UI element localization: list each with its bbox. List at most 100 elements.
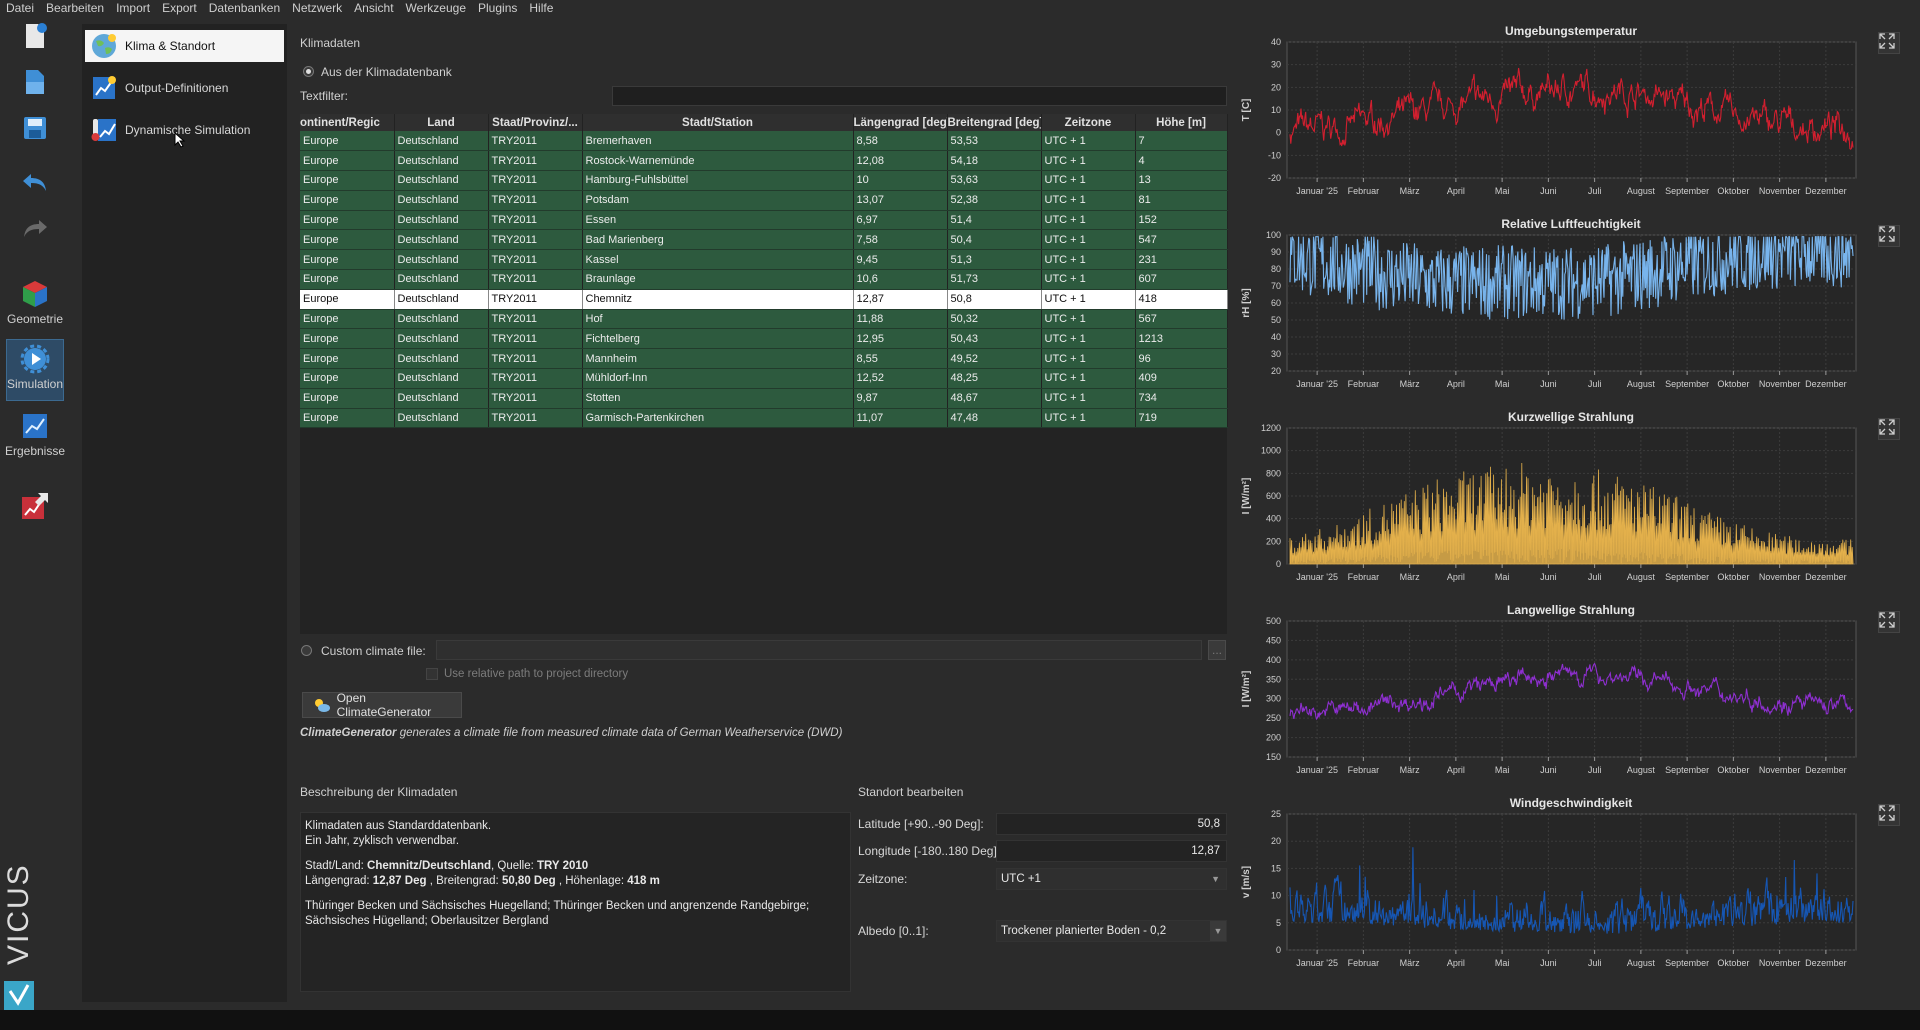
save-button[interactable] — [6, 113, 64, 143]
x-tick-label: August — [1627, 572, 1656, 582]
table-cell: UTC + 1 — [1041, 229, 1136, 251]
menu-item[interactable]: Hilfe — [523, 0, 559, 16]
x-tick-label: März — [1400, 379, 1420, 389]
table-row[interactable]: Europe Deutschland TRY2011 Kassel 9,45 51,3 UT… — [300, 249, 1228, 271]
table-cell: Deutschland — [394, 348, 489, 370]
table-cell: TRY2011 — [488, 229, 583, 251]
expand-icon — [1879, 226, 1895, 242]
radio-custom-file[interactable] — [301, 645, 312, 656]
table-cell: 9,45 — [853, 249, 948, 271]
y-tick-label: 90 — [1271, 247, 1281, 257]
x-tick-label: April — [1447, 186, 1465, 196]
table-row[interactable]: Europe Deutschland TRY2011 Bremerhaven 8,58 5… — [300, 131, 1228, 152]
column-header[interactable]: Zeitzone — [1041, 114, 1136, 131]
menu-item[interactable]: Export — [156, 0, 203, 16]
x-tick-label: Mai — [1495, 572, 1510, 582]
open-file-button[interactable] — [6, 67, 64, 97]
custom-file-input[interactable] — [436, 640, 1202, 660]
y-tick-label: 200 — [1266, 536, 1281, 546]
chart-4: Windgeschwindigkeit 25 20 15 10 5 0 Januar '25 F… — [1235, 796, 1920, 986]
results-button[interactable]: Ergebnisse — [5, 411, 65, 458]
table-row[interactable]: Europe Deutschland TRY2011 Potsdam 13,07 52,3… — [300, 190, 1228, 211]
nav-item-climate-location[interactable]: Klima & Standort — [85, 30, 284, 62]
export-results-button[interactable] — [6, 491, 64, 521]
table-row[interactable]: Europe Deutschland TRY2011 Hamburg-Fuhlsbüt… — [300, 170, 1228, 191]
geometry-button[interactable]: Geometrie — [6, 279, 64, 326]
table-row[interactable]: Europe Deutschland TRY2011 Mühldorf-Inn 12,5… — [300, 368, 1228, 389]
table-cell: Stotten — [582, 388, 854, 409]
redo-button[interactable] — [6, 213, 64, 243]
table-cell: 54,18 — [947, 150, 1042, 172]
table-row[interactable]: Europe Deutschland TRY2011 Chemnitz 12,87 50,… — [300, 289, 1228, 310]
x-tick-label: April — [1447, 379, 1465, 389]
menu-item[interactable]: Netzwerk — [286, 0, 348, 16]
table-row[interactable]: Europe Deutschland TRY2011 Mannheim 8,55 49,5… — [300, 348, 1228, 370]
menu-item[interactable]: Werkzeuge — [400, 0, 472, 16]
menu-item[interactable]: Ansicht — [348, 0, 399, 16]
table-cell: 10,6 — [853, 269, 948, 290]
table-cell: 12,52 — [853, 368, 948, 389]
x-tick-label: September — [1665, 572, 1709, 582]
timezone-select[interactable]: UTC +1 ▼ — [996, 868, 1227, 890]
nav-item-output-definitions[interactable]: Output-Definitionen — [85, 72, 284, 104]
menu-item[interactable]: Datenbanken — [203, 0, 286, 16]
latitude-input[interactable]: 50,8 — [996, 813, 1227, 835]
expand-chart-button[interactable] — [1878, 804, 1900, 826]
table-row[interactable]: Europe Deutschland TRY2011 Rostock-Warnemün… — [300, 150, 1228, 172]
menu-item[interactable]: Datei — [0, 0, 40, 16]
x-tick-label: August — [1627, 958, 1656, 968]
table-row[interactable]: Europe Deutschland TRY2011 Fichtelberg 12,95… — [300, 328, 1228, 350]
new-file-button[interactable] — [6, 21, 64, 51]
column-header[interactable]: Land — [394, 114, 489, 131]
column-header[interactable]: Stadt/Station — [582, 114, 854, 131]
generator-name: ClimateGenerator — [300, 727, 397, 739]
status-bar — [0, 1010, 1920, 1030]
simulation-button[interactable]: Simulation — [6, 339, 64, 401]
desc-city-line: Stadt/Land: Chemnitz/Deutschland, Quelle… — [305, 859, 846, 874]
vicus-logo: VICUS — [2, 855, 36, 1015]
table-cell: UTC + 1 — [1041, 289, 1136, 310]
column-header[interactable]: Höhe [m] — [1135, 114, 1228, 131]
table-row[interactable]: Europe Deutschland TRY2011 Braunlage 10,6 51,… — [300, 269, 1228, 290]
expand-chart-button[interactable] — [1878, 225, 1900, 247]
expand-chart-button[interactable] — [1878, 32, 1900, 54]
table-row[interactable]: Europe Deutschland TRY2011 Hof 11,88 50,32 UTC… — [300, 309, 1228, 330]
menu-item[interactable]: Bearbeiten — [40, 0, 110, 16]
y-tick-label: -20 — [1268, 173, 1281, 183]
x-tick-label: November — [1759, 572, 1801, 582]
chevron-down-icon: ▼ — [1211, 874, 1220, 884]
column-header[interactable]: Staat/Provinz/... — [488, 114, 583, 131]
browse-button[interactable]: ... — [1208, 640, 1226, 660]
column-header[interactable]: Längengrad [deg] — [853, 114, 948, 131]
desc-alt: 418 m — [627, 875, 660, 887]
table-row[interactable]: Europe Deutschland TRY2011 Bad Marienberg 7,… — [300, 229, 1228, 251]
x-tick-label: September — [1665, 186, 1709, 196]
x-tick-label: Oktober — [1717, 186, 1749, 196]
menu-item[interactable]: Import — [110, 0, 156, 16]
desc-region: Thüringer Becken und Sächsisches Huegell… — [305, 900, 810, 927]
relative-path-checkbox[interactable] — [426, 668, 438, 680]
table-row[interactable]: Europe Deutschland TRY2011 Essen 6,97 51,4 UTC… — [300, 210, 1228, 231]
undo-button[interactable] — [6, 167, 64, 197]
open-climate-generator-button[interactable]: Open ClimateGenerator — [302, 691, 462, 719]
table-cell: 53,63 — [947, 170, 1042, 191]
menu-item[interactable]: Plugins — [472, 0, 523, 16]
table-row[interactable]: Europe Deutschland TRY2011 Stotten 9,87 48,67… — [300, 388, 1228, 409]
albedo-select[interactable]: Trockener planierter Boden - 0,2 ▼ — [996, 920, 1227, 942]
y-tick-label: 20 — [1271, 366, 1281, 376]
table-cell: 4 — [1135, 150, 1228, 172]
x-tick-label: November — [1759, 765, 1801, 775]
table-cell: UTC + 1 — [1041, 348, 1136, 370]
column-header[interactable]: ontinent/Regic — [300, 114, 395, 131]
chart-2: Kurzwellige Strahlung 1200 1000 800 600 400 20… — [1235, 410, 1920, 600]
table-cell: TRY2011 — [488, 190, 583, 211]
table-cell: Essen — [582, 210, 854, 231]
text-filter-input[interactable] — [612, 86, 1227, 106]
table-row[interactable]: Europe Deutschland TRY2011 Garmisch-Partenk… — [300, 408, 1228, 429]
expand-chart-button[interactable] — [1878, 611, 1900, 633]
radio-database[interactable] — [303, 66, 314, 77]
y-tick-label: 70 — [1271, 281, 1281, 291]
column-header[interactable]: Breitengrad [deg] — [947, 114, 1042, 131]
expand-chart-button[interactable] — [1878, 418, 1900, 440]
longitude-input[interactable]: 12,87 — [996, 840, 1227, 862]
